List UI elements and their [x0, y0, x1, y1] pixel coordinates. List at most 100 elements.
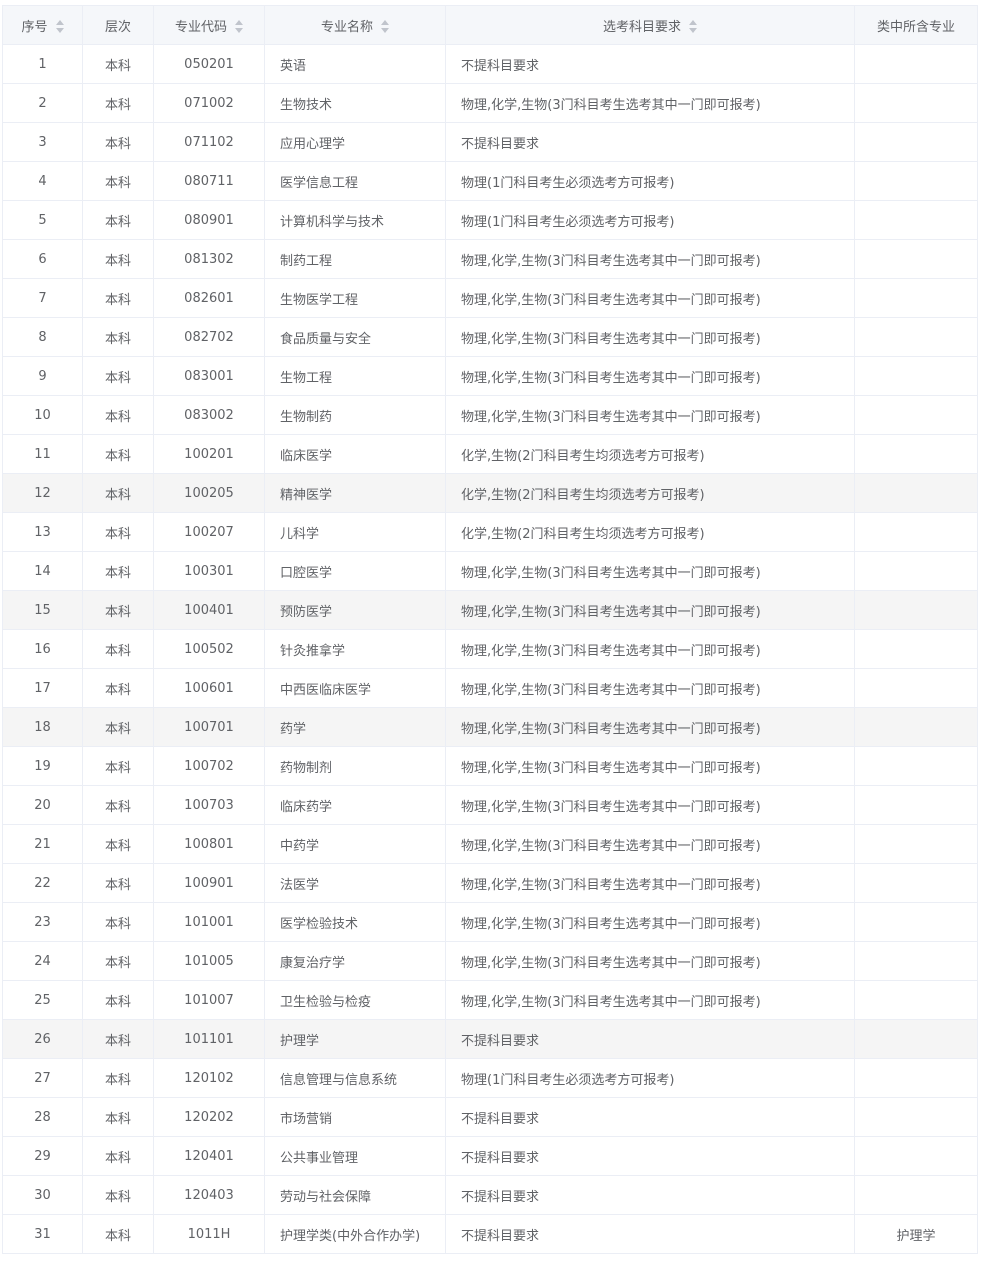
cell-name: 口腔医学	[264, 551, 446, 591]
table-row: 19 本科 100702 药物制剂 物理,化学,生物(3门科目考生选考其中一门即可报考)	[2, 746, 978, 786]
majors-table-container: 序号 层次 专业代码 专业名称 选考科目要求 类中所含专业 1 本科 050201 英语 不提科目…	[2, 5, 978, 1254]
cell-sub	[854, 1019, 978, 1059]
column-header-label: 选考科目要求	[602, 19, 681, 35]
cell-req: 物理,化学,生物(3门科目考生选考其中一门即可报考)	[445, 551, 855, 591]
cell-level: 本科	[82, 746, 154, 786]
column-header-code[interactable]: 专业代码	[153, 5, 265, 45]
cell-code: 071002	[153, 83, 265, 123]
column-header-label: 层次	[104, 19, 131, 35]
column-header-level: 层次	[82, 5, 154, 45]
cell-req: 物理,化学,生物(3门科目考生选考其中一门即可报考)	[445, 395, 855, 435]
cell-seq: 1	[2, 44, 83, 84]
cell-seq: 31	[2, 1214, 83, 1254]
sort-caret-icon[interactable]	[689, 19, 697, 33]
cell-level: 本科	[82, 83, 154, 123]
column-header-req[interactable]: 选考科目要求	[445, 5, 855, 45]
cell-code: 101101	[153, 1019, 265, 1059]
cell-name: 中西医临床医学	[264, 668, 446, 708]
cell-sub	[854, 278, 978, 318]
cell-level: 本科	[82, 512, 154, 552]
column-header-seq[interactable]: 序号	[2, 5, 83, 45]
cell-seq: 12	[2, 473, 83, 513]
cell-sub: 护理学	[854, 1214, 978, 1254]
cell-code: 1011H	[153, 1214, 265, 1254]
cell-sub	[854, 590, 978, 630]
cell-seq: 26	[2, 1019, 83, 1059]
cell-sub	[854, 1136, 978, 1176]
cell-req: 不提科目要求	[445, 122, 855, 162]
cell-seq: 9	[2, 356, 83, 396]
table-row: 15 本科 100401 预防医学 物理,化学,生物(3门科目考生选考其中一门即可报考)	[2, 590, 978, 630]
cell-level: 本科	[82, 122, 154, 162]
cell-name: 法医学	[264, 863, 446, 903]
cell-code: 100601	[153, 668, 265, 708]
cell-req: 物理,化学,生物(3门科目考生选考其中一门即可报考)	[445, 980, 855, 1020]
cell-name: 生物制药	[264, 395, 446, 435]
cell-sub	[854, 902, 978, 942]
cell-name: 临床药学	[264, 785, 446, 825]
table-row: 17 本科 100601 中西医临床医学 物理,化学,生物(3门科目考生选考其中一门即可…	[2, 668, 978, 708]
cell-level: 本科	[82, 317, 154, 357]
cell-name: 儿科学	[264, 512, 446, 552]
cell-req: 物理(1门科目考生必须选考方可报考)	[445, 1058, 855, 1098]
cell-level: 本科	[82, 1214, 154, 1254]
sort-caret-icon[interactable]	[55, 19, 64, 33]
cell-code: 100205	[153, 473, 265, 513]
cell-code: 083002	[153, 395, 265, 435]
cell-sub	[854, 83, 978, 123]
cell-sub	[854, 1175, 978, 1215]
cell-seq: 23	[2, 902, 83, 942]
cell-level: 本科	[82, 473, 154, 513]
cell-req: 不提科目要求	[445, 1019, 855, 1059]
table-row: 7 本科 082601 生物医学工程 物理,化学,生物(3门科目考生选考其中一门即可报考…	[2, 278, 978, 318]
table-row: 26 本科 101101 护理学 不提科目要求	[2, 1019, 978, 1059]
cell-seq: 4	[2, 161, 83, 201]
table-row: 5 本科 080901 计算机科学与技术 物理(1门科目考生必须选考方可报考)	[2, 200, 978, 240]
cell-seq: 21	[2, 824, 83, 864]
cell-sub	[854, 824, 978, 864]
cell-code: 101007	[153, 980, 265, 1020]
cell-seq: 16	[2, 629, 83, 669]
cell-sub	[854, 1097, 978, 1137]
cell-level: 本科	[82, 1019, 154, 1059]
table-row: 3 本科 071102 应用心理学 不提科目要求	[2, 122, 978, 162]
cell-level: 本科	[82, 707, 154, 747]
cell-code: 120401	[153, 1136, 265, 1176]
cell-code: 120403	[153, 1175, 265, 1215]
table-row: 21 本科 100801 中药学 物理,化学,生物(3门科目考生选考其中一门即可报考)	[2, 824, 978, 864]
cell-code: 100703	[153, 785, 265, 825]
table-row: 29 本科 120401 公共事业管理 不提科目要求	[2, 1136, 978, 1176]
cell-name: 生物医学工程	[264, 278, 446, 318]
cell-sub	[854, 239, 978, 279]
cell-name: 康复治疗学	[264, 941, 446, 981]
column-header-label: 类中所含专业	[876, 19, 955, 35]
cell-req: 物理,化学,生物(3门科目考生选考其中一门即可报考)	[445, 824, 855, 864]
table-row: 25 本科 101007 卫生检验与检疫 物理,化学,生物(3门科目考生选考其中一门即可…	[2, 980, 978, 1020]
cell-seq: 5	[2, 200, 83, 240]
cell-code: 080711	[153, 161, 265, 201]
cell-name: 劳动与社会保障	[264, 1175, 446, 1215]
cell-sub	[854, 668, 978, 708]
sort-caret-icon[interactable]	[235, 19, 243, 33]
table-body: 1 本科 050201 英语 不提科目要求 2 本科 071002 生物技术 物理,化学,生物(3…	[2, 44, 978, 1254]
cell-name: 针灸推拿学	[264, 629, 446, 669]
cell-code: 082702	[153, 317, 265, 357]
cell-req: 物理,化学,生物(3门科目考生选考其中一门即可报考)	[445, 863, 855, 903]
cell-seq: 20	[2, 785, 83, 825]
cell-code: 101001	[153, 902, 265, 942]
cell-name: 应用心理学	[264, 122, 446, 162]
cell-level: 本科	[82, 824, 154, 864]
column-header-name[interactable]: 专业名称	[264, 5, 446, 45]
cell-level: 本科	[82, 1175, 154, 1215]
sort-caret-icon[interactable]	[381, 19, 389, 33]
cell-level: 本科	[82, 980, 154, 1020]
cell-level: 本科	[82, 551, 154, 591]
cell-seq: 22	[2, 863, 83, 903]
table-header-row: 序号 层次 专业代码 专业名称 选考科目要求 类中所含专业	[2, 5, 978, 45]
cell-sub	[854, 434, 978, 474]
cell-req: 物理,化学,生物(3门科目考生选考其中一门即可报考)	[445, 590, 855, 630]
table-row: 18 本科 100701 药学 物理,化学,生物(3门科目考生选考其中一门即可报考)	[2, 707, 978, 747]
cell-level: 本科	[82, 668, 154, 708]
cell-code: 100207	[153, 512, 265, 552]
cell-seq: 15	[2, 590, 83, 630]
